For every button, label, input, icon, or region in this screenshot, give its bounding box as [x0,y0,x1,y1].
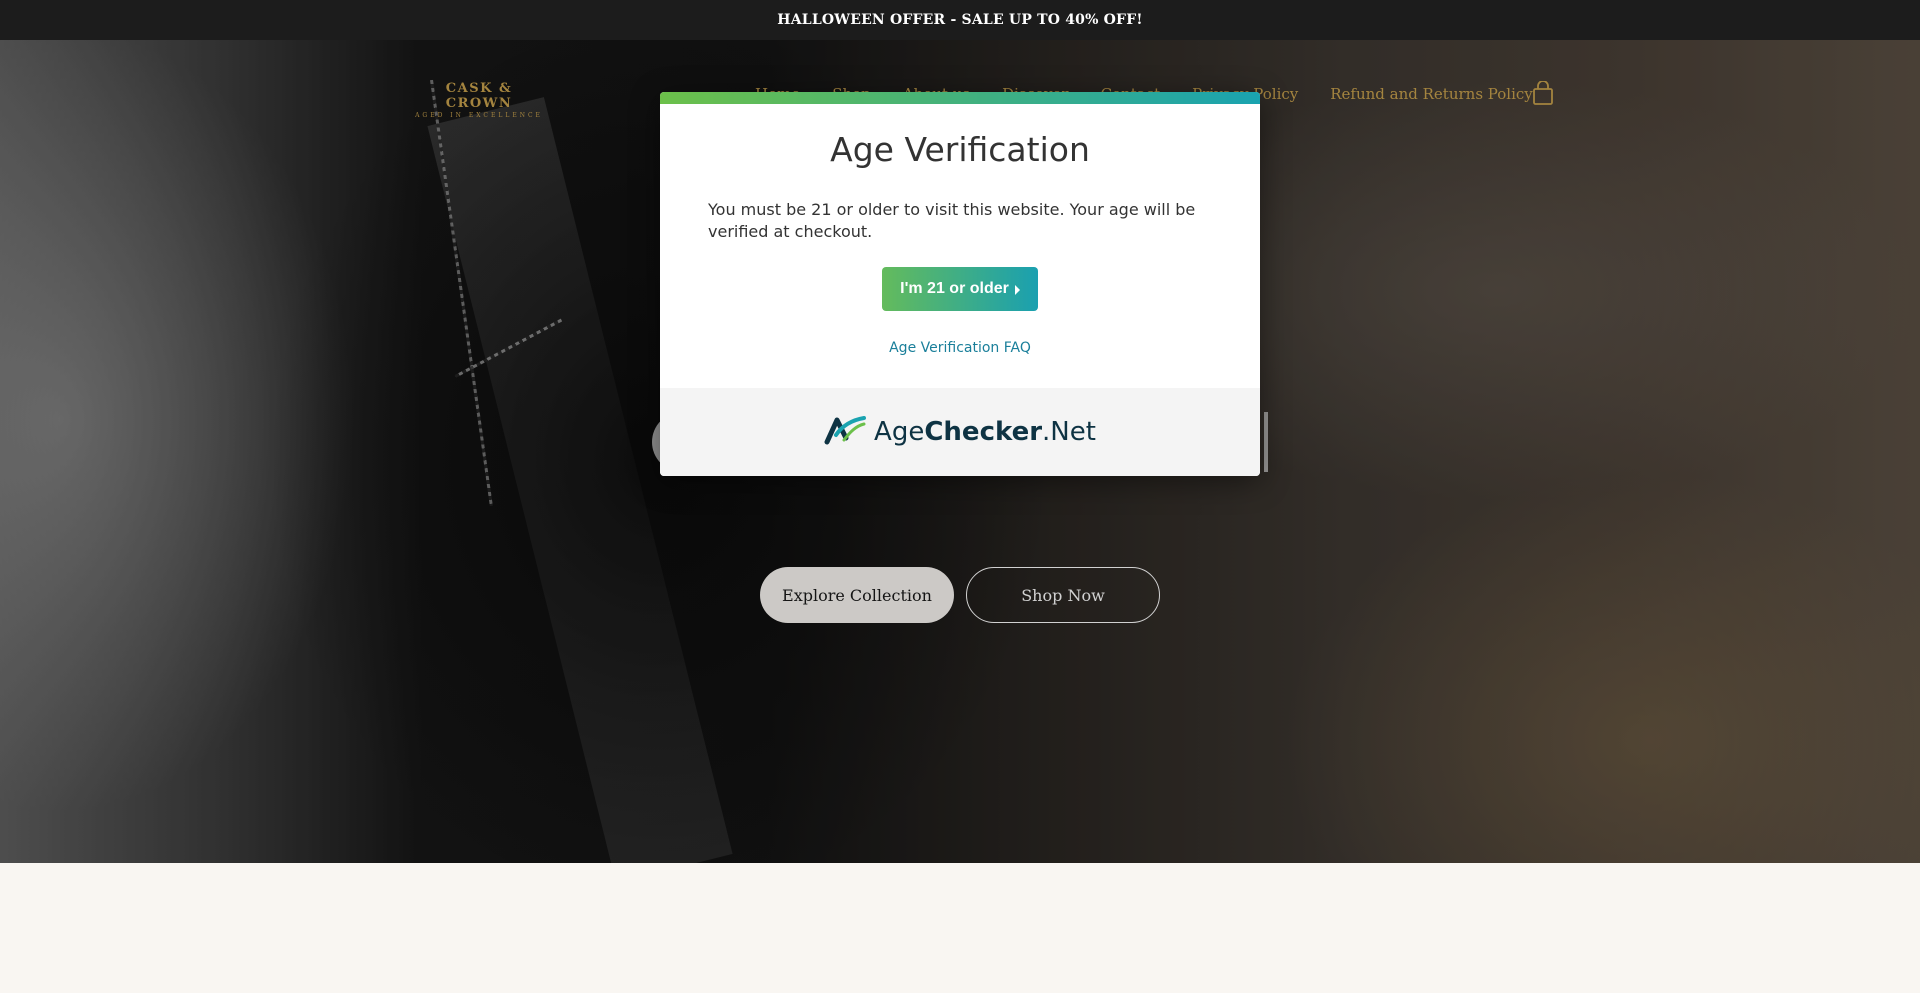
age-verification-faq-link[interactable]: Age Verification FAQ [660,340,1260,356]
brand-prefix: Age [874,417,925,447]
age-verification-modal: Age Verification You must be 21 or older… [660,92,1260,476]
announcement-bar: HALLOWEEN OFFER - SALE UP TO 40% OFF! [0,0,1920,40]
page-body-start [0,863,1920,993]
brand-strong: Checker [924,417,1043,447]
agechecker-logo-icon [824,414,867,450]
modal-accent-bar [660,92,1260,104]
modal-title: Age Verification [830,130,1090,169]
modal-footer: AgeChecker.Net [660,388,1260,476]
confirm-age-label: I'm 21 or older [900,280,1009,297]
agechecker-wordmark: AgeChecker.Net [874,417,1096,447]
announcement-text: HALLOWEEN OFFER - SALE UP TO 40% OFF! [777,12,1143,28]
brand-suffix: .Net [1042,417,1096,447]
arrow-right-icon [1014,285,1020,295]
modal-message: You must be 21 or older to visit this we… [708,200,1196,241]
confirm-age-button[interactable]: I'm 21 or older [882,267,1038,311]
